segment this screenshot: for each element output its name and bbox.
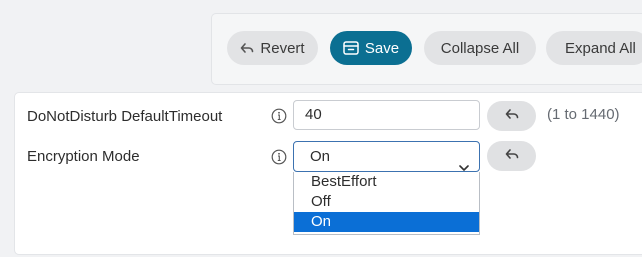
reset-encryption-mode-button[interactable]: [487, 141, 536, 171]
collapse-all-button[interactable]: Collapse All: [424, 31, 536, 65]
expand-all-label: Expand All: [565, 39, 636, 57]
save-label: Save: [364, 39, 400, 57]
revert-label: Revert: [260, 39, 305, 57]
dnd-timeout-label: DoNotDisturb DefaultTimeout: [27, 108, 223, 125]
undo-arrow-icon: [505, 147, 519, 165]
save-button[interactable]: Save: [330, 31, 412, 65]
dnd-timeout-value: 40: [305, 106, 322, 123]
reset-dnd-timeout-button[interactable]: [487, 101, 536, 131]
dnd-timeout-range: (1 to 1440): [547, 106, 620, 123]
collapse-all-label: Collapse All: [440, 39, 520, 57]
revert-button[interactable]: Revert: [227, 31, 318, 65]
encryption-mode-label: Encryption Mode: [27, 148, 140, 165]
encryption-mode-options: BestEffort Off On: [293, 172, 480, 235]
info-circle-icon[interactable]: [271, 149, 287, 165]
expand-all-button[interactable]: Expand All: [546, 31, 642, 65]
undo-arrow-icon: [505, 107, 519, 125]
dnd-timeout-input[interactable]: 40: [293, 100, 480, 130]
option-off[interactable]: Off: [294, 192, 479, 212]
option-besteffort[interactable]: BestEffort: [294, 172, 479, 192]
undo-arrow-icon: [240, 42, 254, 54]
save-tray-icon: [343, 41, 359, 55]
encryption-mode-selected-value: On: [310, 148, 331, 165]
encryption-mode-select[interactable]: On: [293, 141, 480, 172]
option-on[interactable]: On: [294, 212, 479, 232]
info-circle-icon[interactable]: [271, 108, 287, 124]
